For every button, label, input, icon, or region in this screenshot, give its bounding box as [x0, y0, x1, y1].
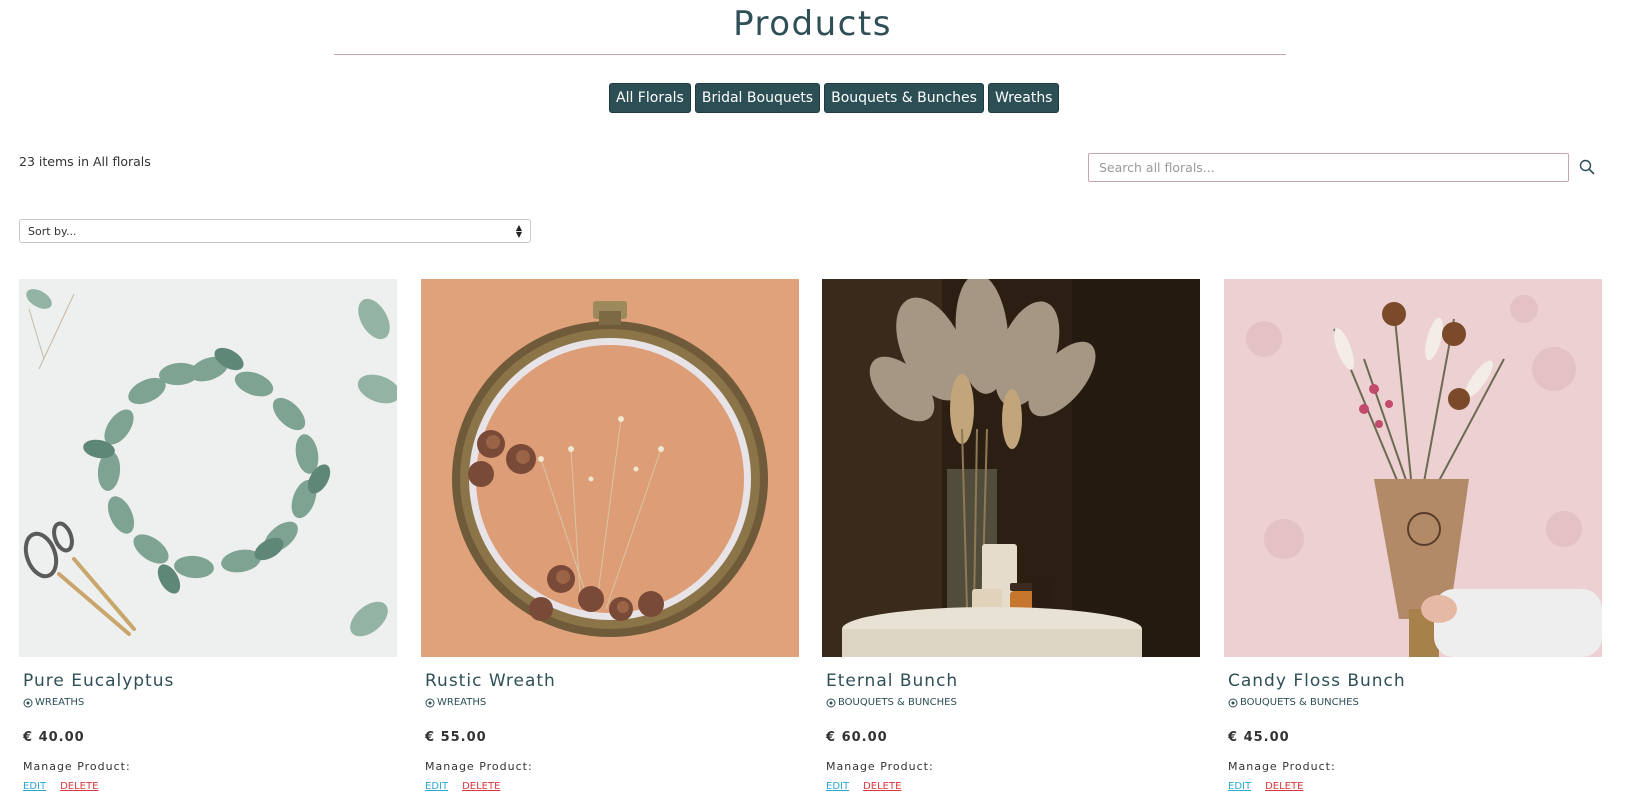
product-name[interactable]: Pure Eucalyptus — [23, 671, 397, 691]
product-price: € 45.00 — [1228, 730, 1290, 745]
edit-link[interactable]: EDIT — [826, 781, 849, 792]
product-category: WREATHS — [35, 697, 85, 708]
search-input[interactable] — [1088, 153, 1569, 182]
manage-product-label: Manage Product: — [23, 760, 131, 773]
delete-link[interactable]: DELETE — [462, 781, 500, 792]
edit-link[interactable]: EDIT — [23, 781, 46, 792]
sort-select-value: Sort by... — [28, 224, 77, 238]
product-card: Pure Eucalyptus WREATHS € 40.00 Manage P… — [19, 279, 397, 792]
product-name[interactable]: Rustic Wreath — [425, 671, 799, 691]
search-button[interactable] — [1578, 158, 1596, 176]
product-image[interactable] — [421, 279, 799, 657]
manage-product-label: Manage Product: — [826, 760, 934, 773]
product-price: € 55.00 — [425, 730, 487, 745]
product-price: € 60.00 — [826, 730, 888, 745]
delete-link[interactable]: DELETE — [1265, 781, 1303, 792]
product-image[interactable] — [1224, 279, 1602, 657]
product-category-link[interactable]: WREATHS — [23, 697, 397, 708]
tag-icon — [23, 698, 33, 707]
product-card: Candy Floss Bunch BOUQUETS & BUNCHES € 4… — [1224, 279, 1602, 792]
item-count: 23 items in All florals — [19, 154, 151, 169]
product-price: € 40.00 — [23, 730, 85, 745]
product-category-link[interactable]: BOUQUETS & BUNCHES — [1228, 697, 1602, 708]
product-card: Eternal Bunch BOUQUETS & BUNCHES € 60.00… — [822, 279, 1200, 792]
product-category-link[interactable]: BOUQUETS & BUNCHES — [826, 697, 1200, 708]
product-card: Rustic Wreath WREATHS € 55.00 Manage Pro… — [421, 279, 799, 792]
product-image[interactable] — [822, 279, 1200, 657]
category-button-bridal-bouquets[interactable]: Bridal Bouquets — [694, 83, 821, 113]
page-title: Products — [733, 4, 892, 44]
title-divider — [334, 54, 1286, 55]
product-name[interactable]: Candy Floss Bunch — [1228, 671, 1602, 691]
category-button-wreaths[interactable]: Wreaths — [987, 83, 1060, 113]
edit-link[interactable]: EDIT — [425, 781, 448, 792]
product-grid: Pure Eucalyptus WREATHS € 40.00 Manage P… — [19, 279, 1602, 799]
product-category: BOUQUETS & BUNCHES — [838, 697, 957, 708]
category-button-bouquets-bunches[interactable]: Bouquets & Bunches — [824, 83, 984, 113]
edit-link[interactable]: EDIT — [1228, 781, 1251, 792]
product-category: BOUQUETS & BUNCHES — [1240, 697, 1359, 708]
product-category-link[interactable]: WREATHS — [425, 697, 799, 708]
search-icon — [1579, 159, 1595, 175]
manage-product-label: Manage Product: — [1228, 760, 1336, 773]
tag-icon — [1228, 698, 1238, 707]
manage-product-label: Manage Product: — [425, 760, 533, 773]
product-name[interactable]: Eternal Bunch — [826, 671, 1200, 691]
category-button-all-florals[interactable]: All Florals — [609, 83, 691, 113]
product-image[interactable] — [19, 279, 397, 657]
category-nav: All Florals Bridal Bouquets Bouquets & B… — [609, 83, 1060, 113]
sort-arrows-icon: ▲ ▼ — [515, 223, 522, 239]
sort-select[interactable]: Sort by... ▲ ▼ — [19, 219, 531, 243]
delete-link[interactable]: DELETE — [863, 781, 901, 792]
product-category: WREATHS — [437, 697, 487, 708]
tag-icon — [425, 698, 435, 707]
delete-link[interactable]: DELETE — [60, 781, 98, 792]
tag-icon — [826, 698, 836, 707]
